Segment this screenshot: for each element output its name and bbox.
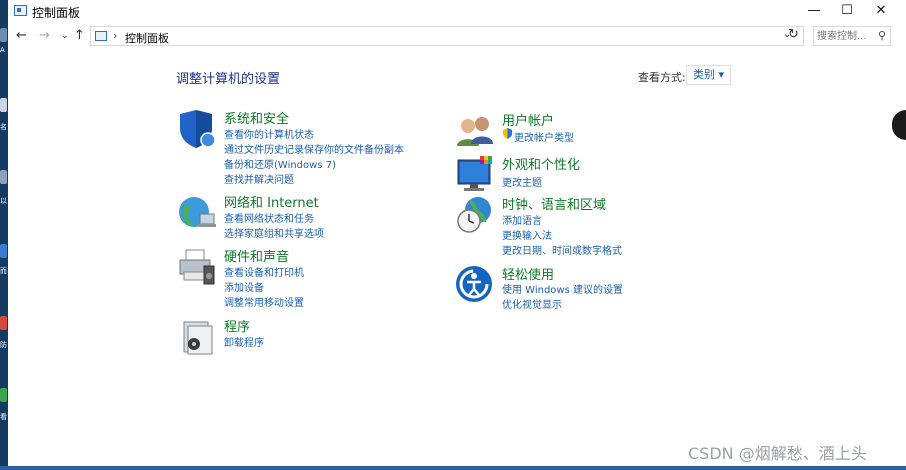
address-bar[interactable]: › 控制面板 ⌄ xyxy=(90,26,804,46)
desktop-icon[interactable] xyxy=(0,98,7,112)
programs-icon[interactable] xyxy=(176,316,218,358)
ease-of-access-icon[interactable] xyxy=(454,264,496,306)
desktop-label: 名 xyxy=(0,123,7,131)
maximize-button[interactable]: ☐ xyxy=(830,0,864,24)
desktop-label: 以 xyxy=(0,197,7,205)
control-panel-icon xyxy=(14,5,27,16)
link-add-device[interactable]: 添加设备 xyxy=(224,279,264,294)
refresh-icon[interactable]: ↻ xyxy=(788,27,799,42)
monitor-paint-icon[interactable] xyxy=(454,154,496,196)
close-button[interactable]: ✕ xyxy=(864,0,898,24)
forward-arrow-icon[interactable]: → xyxy=(39,28,50,43)
users-icon[interactable] xyxy=(454,110,496,152)
category-title[interactable]: 系统和安全 xyxy=(224,108,289,127)
link-recommended-settings[interactable]: 使用 Windows 建议的设置 xyxy=(502,281,623,296)
link-mobility-settings[interactable]: 调整常用移动设置 xyxy=(224,294,304,309)
link-change-account-type[interactable]: 更改帐户类型 xyxy=(514,129,574,144)
category-title[interactable]: 用户帐户 xyxy=(502,110,554,129)
view-by-label: 查看方式: xyxy=(638,71,686,84)
view-by-dropdown[interactable]: 类别 ▾ xyxy=(686,65,732,85)
desktop-label: A xyxy=(0,46,5,54)
address-row: ← → ⌄ ↑ › 控制面板 ⌄ ↻ ⚲ xyxy=(8,26,906,48)
link-troubleshoot[interactable]: 查找并解决问题 xyxy=(224,171,294,186)
link-network-status[interactable]: 查看网络状态和任务 xyxy=(224,210,314,225)
desktop-label: 防 xyxy=(0,341,7,349)
category-title[interactable]: 外观和个性化 xyxy=(502,154,580,173)
desktop-strip: A 名 以 而 防 看 xyxy=(0,0,8,470)
window-title: 控制面板 xyxy=(32,6,81,20)
control-panel-icon xyxy=(95,31,107,41)
page-title: 调整计算机的设置 xyxy=(176,72,281,87)
link-homegroup-sharing[interactable]: 选择家庭组和共享选项 xyxy=(224,225,324,240)
category-title[interactable]: 时钟、语言和区域 xyxy=(502,194,606,213)
clock-globe-icon[interactable] xyxy=(454,194,496,236)
printer-speaker-icon[interactable] xyxy=(176,246,218,288)
link-backup-restore[interactable]: 备份和还原(Windows 7) xyxy=(224,156,336,171)
breadcrumb-control-panel[interactable]: 控制面板 xyxy=(125,30,169,46)
desktop-label: 而 xyxy=(0,267,7,275)
watermark: CSDN @烟解愁、酒上头 xyxy=(688,444,867,463)
link-change-theme[interactable]: 更改主题 xyxy=(502,174,542,189)
link-change-date-time-format[interactable]: 更改日期、时间或数字格式 xyxy=(502,242,622,257)
desktop-icon[interactable] xyxy=(0,388,7,402)
up-arrow-icon[interactable]: ↑ xyxy=(74,28,85,43)
link-devices-printers[interactable]: 查看设备和打印机 xyxy=(224,264,304,279)
search-box[interactable]: ⚲ xyxy=(813,26,891,46)
desktop-icon[interactable] xyxy=(0,28,7,42)
link-add-language[interactable]: 添加语言 xyxy=(502,212,542,227)
desktop-icon[interactable] xyxy=(0,316,7,330)
minimize-button[interactable]: — xyxy=(797,0,831,24)
category-title[interactable]: 程序 xyxy=(224,316,250,335)
breadcrumb-chevron-icon[interactable]: › xyxy=(113,29,117,42)
taskbar-edge xyxy=(0,466,906,470)
link-optimize-visual-display[interactable]: 优化视觉显示 xyxy=(502,296,562,311)
recent-dropdown-icon[interactable]: ⌄ xyxy=(61,31,69,41)
link-file-history[interactable]: 通过文件历史记录保存你的文件备份副本 xyxy=(224,141,404,156)
desktop-icon[interactable] xyxy=(0,244,7,258)
shield-icon[interactable] xyxy=(176,108,218,150)
title-bar[interactable]: 控制面板 — ☐ ✕ xyxy=(8,0,906,24)
link-uninstall-program[interactable]: 卸载程序 xyxy=(224,334,264,349)
search-icon[interactable]: ⚲ xyxy=(878,29,886,42)
link-view-computer-status[interactable]: 查看你的计算机状态 xyxy=(224,126,314,141)
desktop-label: 看 xyxy=(0,413,7,421)
category-title[interactable]: 硬件和声音 xyxy=(224,246,289,265)
back-arrow-icon[interactable]: ← xyxy=(16,28,27,43)
main-content: 调整计算机的设置 查看方式: 类别 ▾ 系统和安全 查看你的计算机状态 通过文件… xyxy=(8,50,906,466)
search-input[interactable] xyxy=(817,29,873,43)
control-panel-window: 控制面板 — ☐ ✕ ← → ⌄ ↑ › 控制面板 ⌄ ↻ ⚲ 调整计算机的设置… xyxy=(8,0,906,466)
category-title[interactable]: 网络和 Internet xyxy=(224,192,319,211)
link-change-input-method[interactable]: 更换输入法 xyxy=(502,227,552,242)
desktop-icon[interactable] xyxy=(0,170,7,184)
globe-network-icon[interactable] xyxy=(176,192,218,234)
uac-shield-icon xyxy=(502,128,513,139)
